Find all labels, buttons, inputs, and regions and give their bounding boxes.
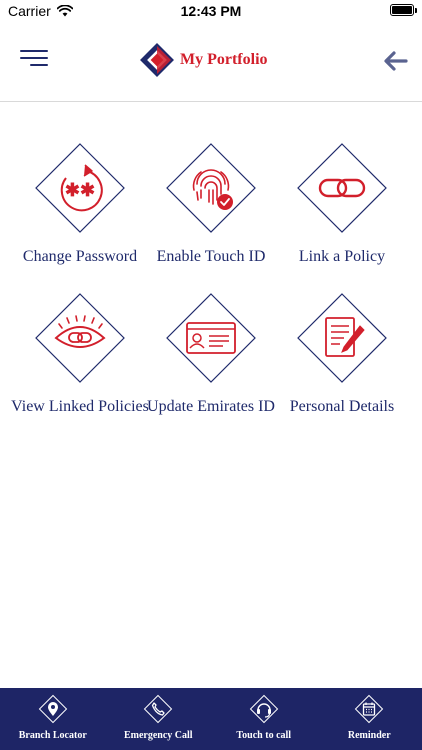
status-right	[390, 4, 417, 16]
tile-label: Change Password	[22, 248, 138, 265]
phone-icon	[144, 694, 173, 724]
tile-label: Link a Policy	[298, 248, 386, 265]
location-pin-icon	[38, 694, 67, 724]
tile-label: Enable Touch ID	[156, 248, 266, 265]
page-title: My Portfolio	[180, 51, 268, 68]
arrow-left-icon[interactable]	[382, 50, 408, 72]
hamburger-menu-icon[interactable]	[20, 48, 52, 70]
logo-icon	[140, 43, 174, 77]
battery-icon	[390, 4, 417, 16]
document-edit-icon	[297, 293, 387, 383]
svg-text:✱✱: ✱✱	[65, 180, 95, 200]
nav-emergency-call[interactable]: Emergency Call	[106, 688, 212, 750]
eye-icon	[35, 293, 125, 383]
link-chain-icon	[297, 143, 387, 233]
nav-label: Touch to call	[236, 730, 292, 741]
tile-label: Update Emirates ID	[147, 398, 275, 415]
id-card-icon	[166, 293, 256, 383]
nav-branch-locator[interactable]: Branch Locator	[0, 688, 106, 750]
bottom-nav: Branch Locator Emergency Call Touch to c…	[0, 688, 422, 750]
tile-view-linked-policies[interactable]: View Linked Policies	[10, 290, 150, 418]
tile-label: View Linked Policies	[11, 398, 149, 415]
tile-label: Personal Details	[289, 398, 395, 415]
nav-touch-to-call[interactable]: Touch to call	[211, 688, 317, 750]
brand: My Portfolio	[140, 42, 268, 78]
calendar-icon	[355, 694, 384, 724]
tile-update-emirates-id[interactable]: Update Emirates ID	[141, 290, 281, 418]
tile-link-policy[interactable]: Link a Policy	[272, 140, 412, 268]
status-time: 12:43 PM	[180, 3, 242, 19]
app-header: My Portfolio	[0, 22, 422, 102]
password-reset-icon: ✱✱	[35, 143, 125, 233]
tile-change-password[interactable]: ✱✱ Change Password	[10, 140, 150, 268]
nav-label: Emergency Call	[123, 730, 193, 741]
tile-personal-details[interactable]: Personal Details	[272, 290, 412, 418]
fingerprint-icon	[166, 143, 256, 233]
tile-enable-touch-id[interactable]: Enable Touch ID	[141, 140, 281, 268]
nav-label: Reminder	[347, 730, 391, 741]
status-bar: Carrier 12:43 PM	[0, 0, 422, 22]
headset-icon	[249, 694, 278, 724]
nav-label: Branch Locator	[18, 730, 87, 741]
nav-reminder[interactable]: Reminder	[317, 688, 422, 750]
